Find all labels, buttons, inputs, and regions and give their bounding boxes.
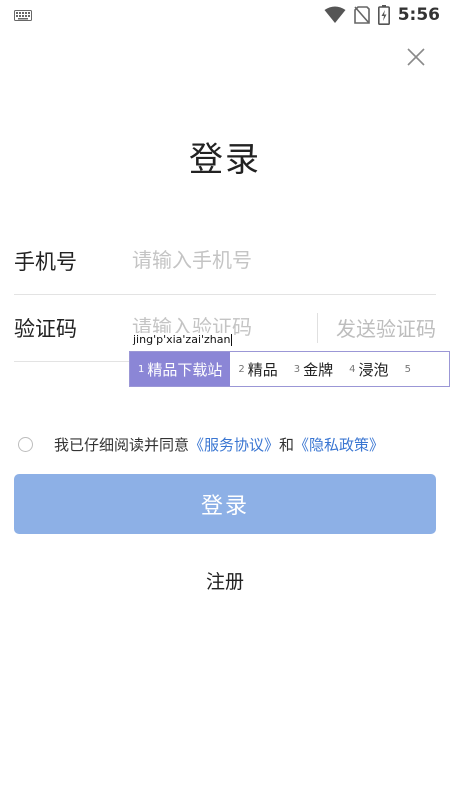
ime-candidate-bar: 1 精品下载站 2 精品 3 金牌 4 浸泡 5 xyxy=(129,351,450,387)
agreement-radio[interactable] xyxy=(18,436,33,452)
close-button[interactable] xyxy=(403,44,429,70)
ime-popup: jing'p'xia'zai'zhan 1 精品下载站 2 精品 3 金牌 4 … xyxy=(129,331,450,387)
ime-candidate-text: 精品下载站 xyxy=(147,360,223,379)
ime-candidate-number: 1 xyxy=(138,363,145,375)
ime-caret xyxy=(231,334,233,346)
service-agreement-link[interactable]: 《服务协议》 xyxy=(189,434,279,455)
code-label: 验证码 xyxy=(14,317,77,341)
ime-candidate-number: 4 xyxy=(349,363,356,375)
agreement-conjunction: 和 xyxy=(279,435,295,454)
agreement-row: 我已仔细阅读并同意 《服务协议》 和 《隐私政策》 xyxy=(18,434,384,454)
ime-candidate[interactable]: 4 浸泡 xyxy=(341,352,396,386)
ime-candidate[interactable]: 1 精品下载站 xyxy=(130,352,231,386)
ime-candidate-text: 金牌 xyxy=(303,360,334,379)
page-title: 登录 xyxy=(189,140,261,180)
ime-candidate-number: 2 xyxy=(238,363,245,375)
keyboard-icon xyxy=(14,10,32,21)
ime-candidate-text: 浸泡 xyxy=(358,360,389,379)
wifi-icon xyxy=(324,6,346,23)
phone-input[interactable] xyxy=(132,240,432,280)
ime-composition: jing'p'xia'zai'zhan xyxy=(131,333,235,349)
close-icon xyxy=(407,48,425,66)
agreement-text: 我已仔细阅读并同意 xyxy=(54,435,190,454)
ime-candidate-number: 5 xyxy=(404,363,411,375)
privacy-policy-link[interactable]: 《隐私政策》 xyxy=(294,434,384,455)
ime-candidate-number: 3 xyxy=(293,363,301,375)
ime-candidate[interactable]: 2 精品 xyxy=(230,352,285,386)
login-button[interactable]: 登录 xyxy=(14,474,436,534)
status-time: 5:56 xyxy=(397,5,440,25)
phone-row: 手机号 xyxy=(14,228,436,295)
ime-composition-text: jing'p'xia'zai'zhan xyxy=(133,333,231,346)
status-bar: 5:56 xyxy=(0,0,450,30)
ime-candidate[interactable]: 3 金牌 xyxy=(286,352,341,386)
ime-candidate-text: 精品 xyxy=(247,360,278,379)
register-link[interactable]: 注册 xyxy=(0,567,450,594)
battery-charging-icon xyxy=(377,5,390,25)
phone-label: 手机号 xyxy=(14,250,77,274)
no-sim-icon xyxy=(353,6,370,24)
ime-candidate[interactable]: 5 xyxy=(397,352,422,386)
